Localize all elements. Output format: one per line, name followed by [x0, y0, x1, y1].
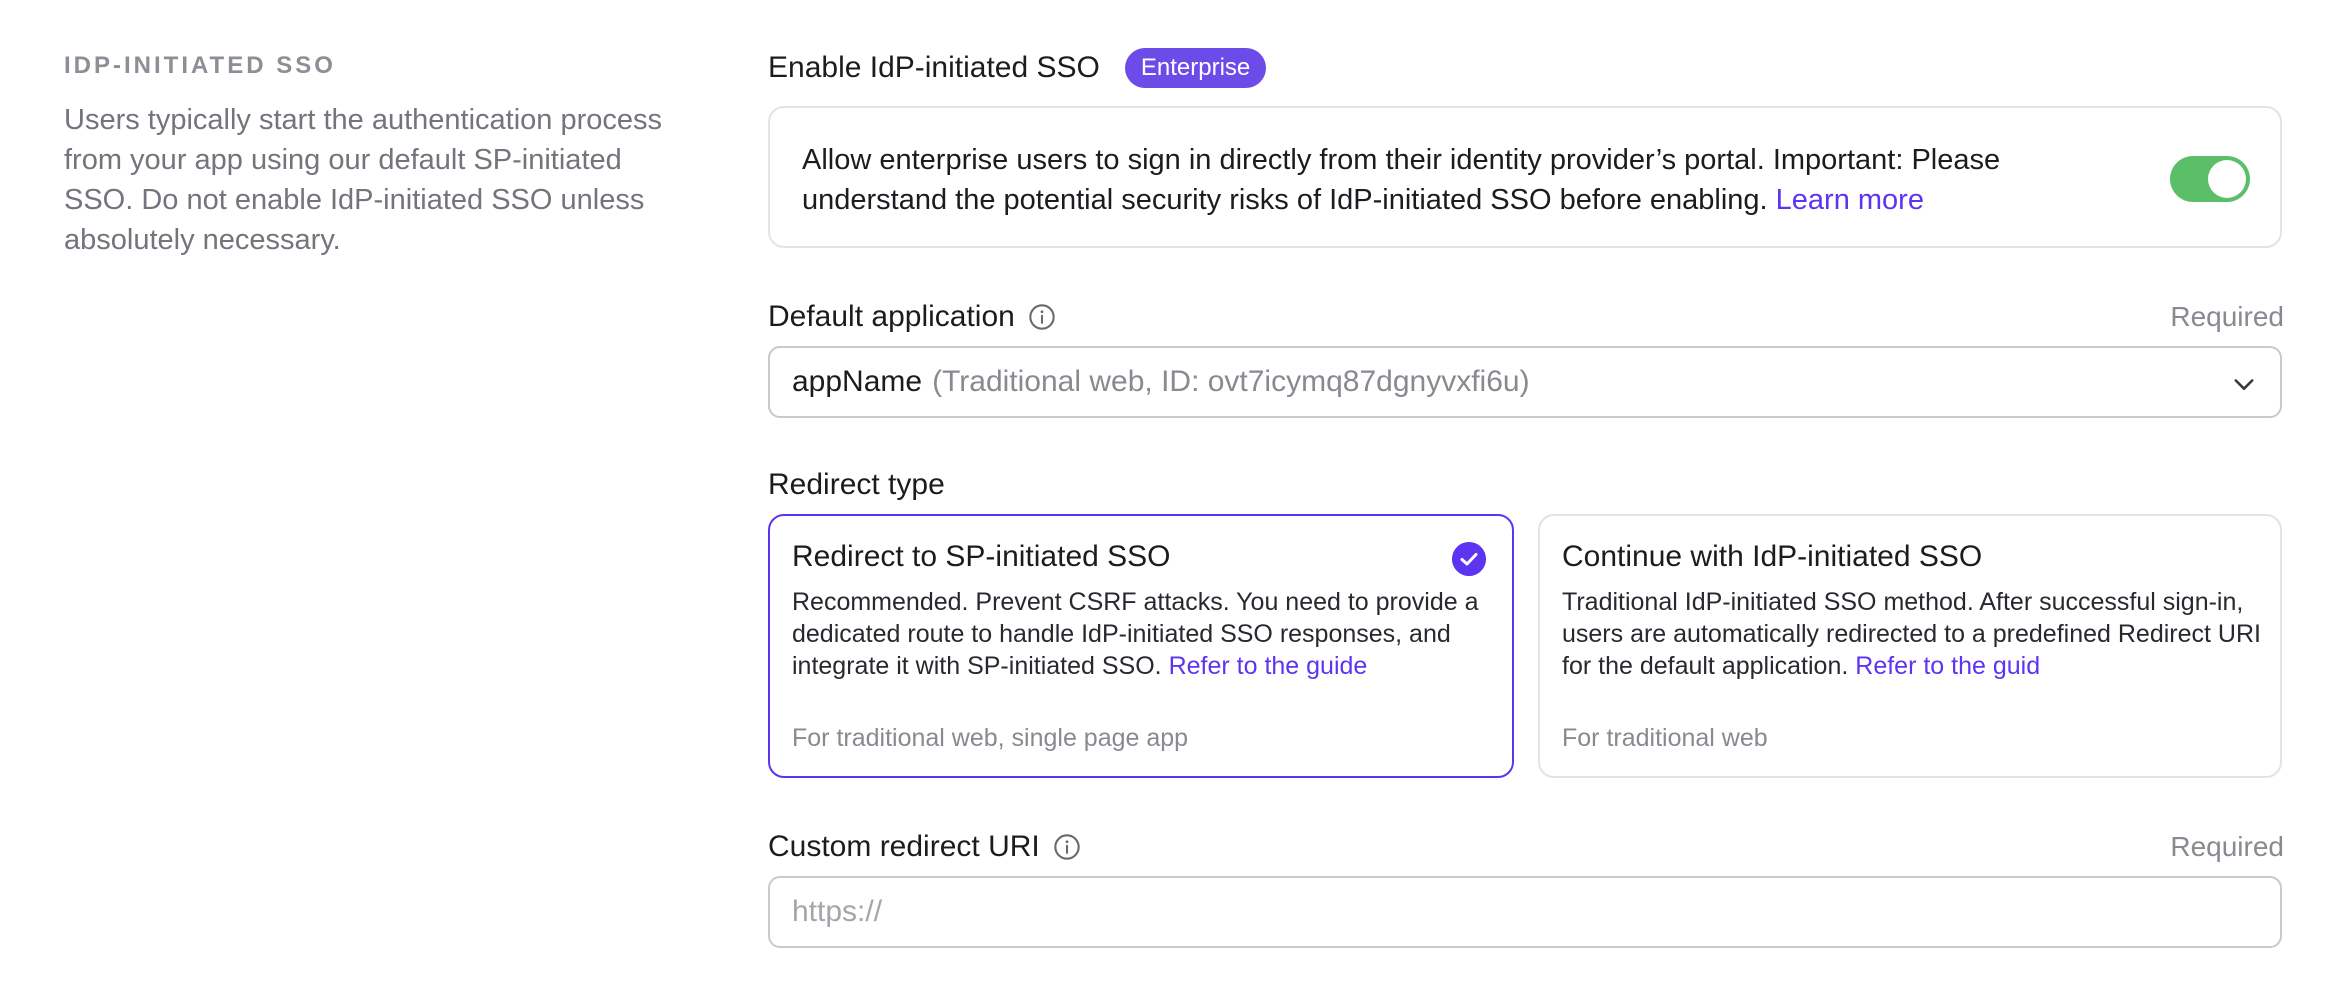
- redirect-option-sp[interactable]: Redirect to SP-initiated SSO Recommended…: [768, 514, 1514, 778]
- option-title: Continue with IdP-initiated SSO: [1562, 540, 1983, 573]
- default-app-header: Default application Required: [768, 300, 2284, 334]
- section-description: Users typically start the authentication…: [64, 104, 662, 256]
- check-icon: [1452, 542, 1486, 576]
- enable-toggle[interactable]: [2170, 156, 2250, 202]
- custom-uri-label: Custom redirect URI: [768, 830, 1040, 863]
- section-intro: IDP-INITIATED SSO Users typically start …: [64, 52, 674, 260]
- enable-header: Enable IdP-initiated SSO Enterprise: [768, 48, 2284, 88]
- option-footnote: For traditional web, single page app: [792, 724, 1189, 752]
- enable-label: Enable IdP-initiated SSO: [768, 51, 1100, 84]
- info-icon[interactable]: [1053, 833, 1081, 861]
- redirect-type-header: Redirect type: [768, 468, 2284, 502]
- default-app-required: Required: [2170, 301, 2284, 332]
- default-app-label: Default application: [768, 300, 1015, 333]
- select-value-name: appName: [792, 365, 923, 398]
- enable-description: Allow enterprise users to sign in direct…: [802, 140, 2102, 220]
- refer-guide-link[interactable]: Refer to the guide: [1169, 652, 1368, 680]
- select-value-detail: (Traditional web, ID: ovt7icymq87dgnyvxf…: [932, 365, 1530, 398]
- enterprise-badge: Enterprise: [1124, 48, 1267, 88]
- toggle-knob: [2208, 160, 2246, 198]
- custom-uri-required: Required: [2170, 831, 2284, 862]
- option-footnote: For traditional web: [1562, 724, 1768, 752]
- redirect-option-idp[interactable]: Continue with IdP-initiated SSO Traditio…: [1538, 514, 2282, 778]
- refer-guide-link[interactable]: Refer to the guid: [1855, 652, 2040, 680]
- option-description: Traditional IdP-initiated SSO method. Af…: [1562, 586, 2262, 686]
- section-title: IDP-INITIATED SSO: [64, 52, 336, 79]
- redirect-type-label: Redirect type: [768, 468, 945, 501]
- info-icon[interactable]: [1028, 303, 1056, 331]
- learn-more-link[interactable]: Learn more: [1776, 184, 1924, 216]
- custom-uri-field[interactable]: [768, 876, 2282, 948]
- option-description: Recommended. Prevent CSRF attacks. You n…: [792, 586, 1492, 682]
- custom-uri-input[interactable]: [770, 878, 2280, 946]
- custom-uri-header: Custom redirect URI Required: [768, 830, 2284, 864]
- default-app-select[interactable]: appName (Traditional web, ID: ovt7icymq8…: [768, 346, 2282, 418]
- chevron-down-icon: [2234, 379, 2254, 390]
- option-desc-text: Recommended. Prevent CSRF attacks. You n…: [792, 588, 1479, 680]
- option-title: Redirect to SP-initiated SSO: [792, 540, 1171, 573]
- enable-card: Allow enterprise users to sign in direct…: [768, 106, 2282, 248]
